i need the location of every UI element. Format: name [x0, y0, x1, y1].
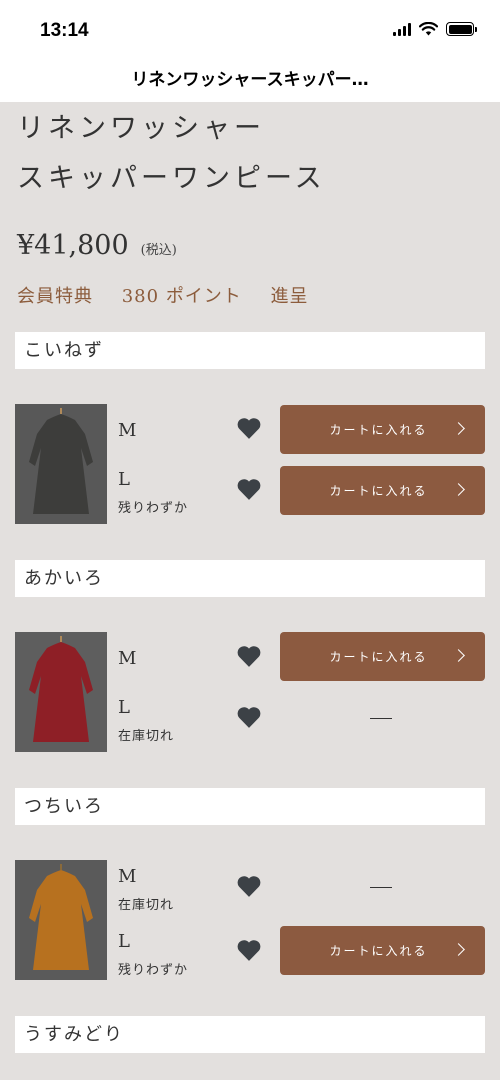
product-price: ¥41,800 [17, 230, 129, 261]
size-label-l: L [118, 697, 130, 718]
dress-image [15, 860, 107, 980]
size-label-l: L [118, 931, 130, 952]
add-to-cart-button[interactable]: カートに入れる [280, 926, 485, 975]
size-label-l: L [118, 469, 130, 490]
product-title: リネンワッシャー スキッパーワンピース [17, 104, 483, 204]
heart-icon[interactable] [236, 644, 262, 668]
color-header-usumidori: うすみどり [15, 1016, 485, 1053]
stock-note: 残りわずか [118, 963, 189, 978]
unavailable-dash [370, 718, 392, 719]
heart-icon[interactable] [236, 874, 262, 898]
heart-icon[interactable] [236, 938, 262, 962]
size-label-m: M [118, 648, 137, 669]
member-points: 会員特典 380 ポイント 進呈 [17, 282, 331, 308]
battery-icon [446, 22, 477, 36]
product-title-line1: リネンワッシャー [17, 113, 265, 144]
product-thumbnail-koinezu[interactable] [15, 404, 107, 524]
nav-title: リネンワッシャースキッパー… [131, 70, 369, 90]
wifi-icon [419, 22, 438, 36]
add-to-cart-button[interactable]: カートに入れる [280, 632, 485, 681]
product-thumbnail-akairo[interactable] [15, 632, 107, 752]
unavailable-dash [370, 887, 392, 888]
status-time: 13:14 [40, 20, 89, 41]
status-icons [393, 22, 477, 36]
points-suffix: 進呈 [270, 286, 309, 307]
heart-icon[interactable] [236, 477, 262, 501]
signal-icon [393, 22, 411, 36]
chevron-right-icon [452, 422, 465, 435]
color-header-koinezu: こいねず [15, 332, 485, 369]
nav-bar: リネンワッシャースキッパー… [0, 62, 500, 102]
size-label-m: M [118, 420, 137, 441]
add-to-cart-button[interactable]: カートに入れる [280, 405, 485, 454]
cart-button-label: カートに入れる [329, 944, 428, 958]
dress-image [15, 632, 107, 752]
size-label-m: M [118, 866, 137, 887]
heart-icon[interactable] [236, 705, 262, 729]
cart-button-label: カートに入れる [329, 484, 428, 498]
stock-note: 在庫切れ [118, 898, 175, 913]
color-header-akairo: あかいろ [15, 560, 485, 597]
cart-button-label: カートに入れる [329, 650, 428, 664]
chevron-right-icon [452, 943, 465, 956]
heart-icon[interactable] [236, 416, 262, 440]
cart-button-label: カートに入れる [329, 423, 428, 437]
points-value: 380 ポイント [121, 286, 242, 307]
product-thumbnail-tsuchiiro[interactable] [15, 860, 107, 980]
dress-image [15, 404, 107, 524]
chevron-right-icon [452, 649, 465, 662]
status-bar: 13:14 [0, 0, 500, 62]
color-header-tsuchiiro: つちいろ [15, 788, 485, 825]
points-label: 会員特典 [17, 286, 93, 307]
tax-note: (税込) [140, 243, 177, 258]
price-row: ¥41,800 (税込) [17, 230, 177, 261]
stock-note: 在庫切れ [118, 729, 175, 744]
chevron-right-icon [452, 483, 465, 496]
stock-note: 残りわずか [118, 501, 189, 516]
product-title-line2: スキッパーワンピース [17, 163, 326, 194]
add-to-cart-button[interactable]: カートに入れる [280, 466, 485, 515]
